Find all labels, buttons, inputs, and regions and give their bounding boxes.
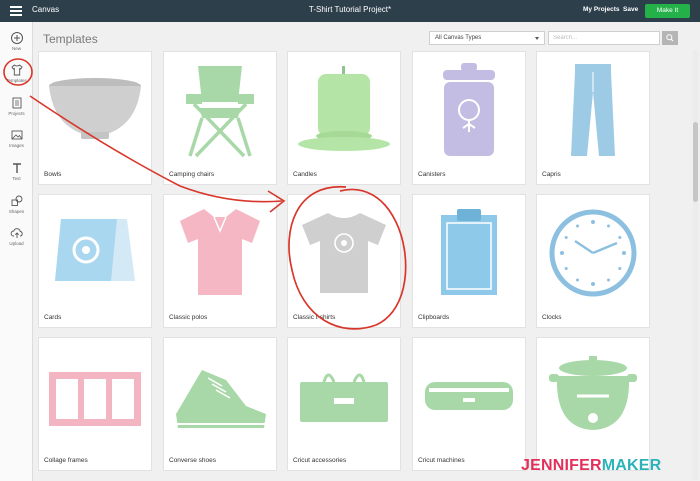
- text-icon: [12, 163, 21, 173]
- sidebar-item-label: Images: [9, 143, 24, 148]
- shoe-icon: [176, 370, 266, 428]
- template-card-classic-polos[interactable]: Classic polos: [163, 194, 277, 328]
- sidebar-item-new[interactable]: New: [0, 31, 33, 51]
- template-card-camping-chairs[interactable]: Camping chairs: [163, 51, 277, 185]
- tshirt-icon: [10, 64, 23, 76]
- template-label: Classic polos: [169, 314, 208, 321]
- save-link[interactable]: Save: [623, 6, 638, 13]
- vertical-scrollbar[interactable]: [693, 50, 698, 480]
- sidebar-item-label: Text: [12, 176, 21, 181]
- template-card-bowls[interactable]: Bowls: [38, 51, 152, 185]
- plus-circle-icon: [10, 32, 23, 44]
- card-icon: [55, 219, 135, 281]
- shapes-icon: [11, 195, 22, 206]
- sidebar-item-label: Projects: [8, 111, 25, 116]
- clipboard-icon: [441, 209, 497, 295]
- polo-icon: [180, 209, 260, 295]
- bowl-icon: [49, 78, 141, 139]
- chevron-down-icon: [535, 37, 539, 40]
- template-card-candles[interactable]: Candles: [287, 51, 401, 185]
- search-button[interactable]: [662, 31, 678, 45]
- cricut-machine-icon: [425, 382, 513, 410]
- template-card-collage-frames[interactable]: Collage frames: [38, 337, 152, 471]
- sidebar-item-text[interactable]: Text: [0, 161, 33, 181]
- watermark-logo: JENNIFERMAKER: [521, 457, 662, 474]
- sidebar-item-label: Upload: [9, 241, 24, 246]
- template-card-canisters[interactable]: Canisters: [412, 51, 526, 185]
- sidebar-item-images[interactable]: Images: [0, 128, 33, 148]
- template-label: Converse shoes: [169, 457, 216, 464]
- template-card-slow-cooker[interactable]: [536, 337, 650, 471]
- template-label: Collage frames: [44, 457, 88, 464]
- template-label: Clipboards: [418, 314, 450, 321]
- make-it-button[interactable]: Make It: [645, 4, 690, 18]
- sidebar-item-label: Shapes: [8, 209, 25, 214]
- capris-icon: [571, 64, 615, 156]
- template-label: Clocks: [542, 314, 562, 321]
- template-card-cards[interactable]: Cards: [38, 194, 152, 328]
- template-label: Bowls: [44, 171, 62, 178]
- template-card-cricut-machines[interactable]: Cricut machines: [412, 337, 526, 471]
- template-label: Capris: [542, 171, 561, 178]
- sidebar-item-shapes[interactable]: Shapes: [0, 194, 33, 214]
- sidebar-item-templates[interactable]: Templates: [0, 63, 33, 83]
- projects-icon: [12, 97, 21, 109]
- top-bar: Canvas T-Shirt Tutorial Project* My Proj…: [0, 0, 700, 22]
- template-label: Candles: [293, 171, 317, 178]
- sidebar-item-label: Templates: [6, 78, 27, 83]
- page-title: Templates: [43, 32, 98, 46]
- camping-chair-icon: [186, 66, 254, 158]
- my-projects-link[interactable]: My Projects: [583, 6, 620, 13]
- search-input[interactable]: [548, 31, 660, 45]
- template-label: Canisters: [418, 171, 446, 178]
- left-sidebar: New Templates Projects Images Text Shape…: [0, 22, 33, 481]
- canvas-type-select-value: All Canvas Types: [435, 35, 482, 41]
- template-card-clipboards[interactable]: Clipboards: [412, 194, 526, 328]
- candle-icon: [298, 66, 390, 151]
- scroll-thumb[interactable]: [693, 122, 698, 202]
- sidebar-item-projects[interactable]: Projects: [0, 96, 33, 116]
- tshirt-icon: [302, 213, 386, 293]
- sidebar-item-label: New: [11, 46, 21, 51]
- template-card-clocks[interactable]: Clocks: [536, 194, 650, 328]
- template-label: Cricut machines: [418, 457, 465, 464]
- upload-cloud-icon: [10, 228, 23, 238]
- slow-cooker-icon: [549, 356, 637, 430]
- template-card-converse-shoes[interactable]: Converse shoes: [163, 337, 277, 471]
- template-label: Classic t-shirts: [293, 314, 336, 321]
- template-label: Cards: [44, 314, 62, 321]
- canister-icon: [443, 63, 495, 156]
- clock-icon: [549, 209, 637, 297]
- template-label: Camping chairs: [169, 171, 215, 178]
- sidebar-item-upload[interactable]: Upload: [0, 226, 33, 246]
- search-icon: [666, 34, 674, 42]
- image-icon: [11, 130, 22, 140]
- template-card-capris[interactable]: Capris: [536, 51, 650, 185]
- cricut-tote-icon: [300, 373, 388, 422]
- canvas-type-select[interactable]: All Canvas Types: [429, 31, 545, 45]
- template-card-classic-t-shirts[interactable]: Classic t-shirts: [287, 194, 401, 328]
- template-card-cricut-accessories[interactable]: Cricut accessories: [287, 337, 401, 471]
- collage-frame-icon: [49, 372, 141, 426]
- template-label: Cricut accessories: [293, 457, 347, 464]
